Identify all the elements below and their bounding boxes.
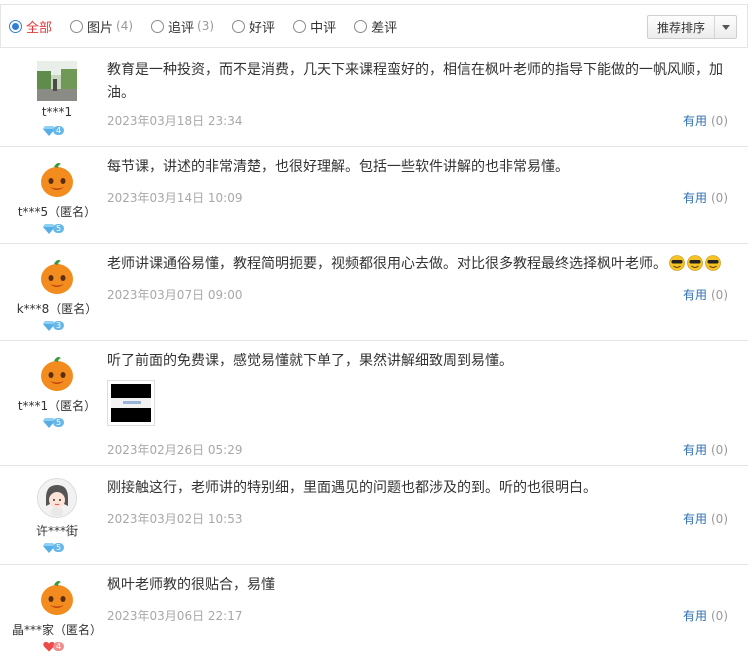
useful-label: 有用 — [682, 609, 707, 623]
user-level-badge: 5 — [43, 223, 69, 234]
review-date: 2023年03月07日 09:00 — [107, 288, 243, 302]
filter-positive[interactable]: 好评 — [232, 17, 275, 36]
user-level-badge: 5 — [43, 417, 69, 428]
useful-count: (0) — [711, 191, 728, 205]
review-date: 2023年03月14日 10:09 — [107, 191, 243, 205]
useful-count: (0) — [711, 609, 728, 623]
user-level-badge: 5 — [43, 542, 69, 553]
review-item: t***5（匿名） 5 每节课，讲述的非常清楚，也很好理解。包括一些软件讲解的也… — [0, 147, 748, 244]
useful-label: 有用 — [682, 512, 707, 526]
chevron-down-icon[interactable] — [714, 16, 736, 38]
cartoon-girl-avatar — [37, 478, 77, 518]
filter-label: 全部 — [26, 20, 53, 36]
filter-label: 图片 — [87, 20, 114, 36]
level-number: 5 — [53, 543, 65, 552]
useful-button[interactable]: 有用 (0) — [683, 286, 728, 303]
radio-images[interactable] — [70, 19, 84, 33]
level-number: 3 — [53, 321, 65, 330]
review-username: k***8（匿名） — [16, 302, 98, 316]
level-number: 4 — [53, 642, 65, 651]
filter-label: 差评 — [371, 20, 398, 36]
user-level-badge: 4 — [43, 125, 69, 136]
orange-mascot-avatar — [37, 577, 77, 617]
useful-label: 有用 — [682, 288, 707, 302]
review-username: 晶***家（匿名） — [11, 623, 102, 637]
sort-label: 推荐排序 — [656, 20, 705, 35]
review-date: 2023年02月26日 05:29 — [107, 443, 243, 457]
useful-label: 有用 — [682, 443, 707, 457]
review-date: 2023年03月06日 22:17 — [107, 609, 243, 623]
radio-followup[interactable] — [151, 19, 165, 33]
review-text: 枫叶老师教的很贴合，易懂 — [107, 577, 275, 593]
filter-count: (3) — [197, 19, 215, 33]
review-item: 许***街 5 刚接触这行，老师讲的特别细，里面遇见的问题也都涉及的到。听的也很… — [0, 466, 748, 565]
cool-emoji-icon — [705, 255, 721, 271]
filter-count: (4) — [116, 19, 134, 33]
cool-emoji-icon — [669, 255, 685, 271]
radio-positive[interactable] — [232, 19, 246, 33]
orange-mascot-avatar — [37, 353, 77, 393]
review-username: t***1（匿名） — [17, 399, 97, 413]
review-image-thumbnail[interactable] — [107, 380, 155, 426]
radio-neutral[interactable] — [293, 19, 307, 33]
review-text: 每节课，讲述的非常清楚，也很好理解。包括一些软件讲解的也非常易懂。 — [107, 159, 569, 175]
sort-dropdown[interactable]: 推荐排序 — [647, 15, 737, 39]
cool-emoji-icon — [687, 255, 703, 271]
review-date: 2023年03月02日 10:53 — [107, 512, 243, 526]
filter-label: 好评 — [249, 20, 276, 36]
useful-button[interactable]: 有用 (0) — [683, 189, 728, 206]
orange-mascot-avatar — [37, 256, 77, 296]
user-level-badge: 4 — [43, 641, 69, 652]
useful-label: 有用 — [682, 191, 707, 205]
useful-count: (0) — [711, 512, 728, 526]
useful-label: 有用 — [682, 114, 707, 128]
useful-button[interactable]: 有用 (0) — [683, 441, 728, 458]
review-username: 许***街 — [35, 524, 78, 538]
radio-negative[interactable] — [354, 19, 368, 33]
review-item: t***1（匿名） 5 听了前面的免费课，感觉易懂就下单了，果然讲解细致周到易懂… — [0, 341, 748, 466]
filter-negative[interactable]: 差评 — [354, 17, 397, 36]
review-text: 听了前面的免费课，感觉易懂就下单了，果然讲解细致周到易懂。 — [107, 353, 513, 369]
review-item: t***1 4 教育是一种投资，而不是消费，几天下来课程蛮好的，相信在枫叶老师的… — [0, 49, 748, 147]
review-filter-bar: 全部 图片 (4) 追评 (3) 好评 中评 差评 推荐排序 — [0, 4, 748, 48]
useful-count: (0) — [711, 288, 728, 302]
review-item: 晶***家（匿名） 4 枫叶老师教的很贴合，易懂 2023年03月06日 22:… — [0, 565, 748, 662]
orange-mascot-avatar — [37, 159, 77, 199]
level-number: 4 — [53, 126, 65, 135]
review-text: 刚接触这行，老师讲的特别细，里面遇见的问题也都涉及的到。听的也很明白。 — [107, 480, 597, 496]
filter-all[interactable]: 全部 — [9, 17, 52, 36]
useful-count: (0) — [711, 443, 728, 457]
review-text: 老师讲课通俗易懂，教程简明扼要，视频都很用心去做。对比很多教程最终选择枫叶老师。 — [107, 256, 667, 272]
user-level-badge: 3 — [43, 320, 69, 331]
useful-button[interactable]: 有用 (0) — [683, 607, 728, 624]
review-text: 教育是一种投资，而不是消费，几天下来课程蛮好的，相信在枫叶老师的指导下能做的一帆… — [107, 62, 723, 101]
review-username: t***1 — [41, 105, 73, 119]
review-date: 2023年03月18日 23:34 — [107, 114, 243, 128]
useful-count: (0) — [711, 114, 728, 128]
level-number: 5 — [53, 418, 65, 427]
filter-images[interactable]: 图片 (4) — [70, 17, 133, 36]
review-text-row: 老师讲课通俗易懂，教程简明扼要，视频都很用心去做。对比很多教程最终选择枫叶老师。 — [107, 253, 727, 276]
filter-neutral[interactable]: 中评 — [293, 17, 336, 36]
useful-button[interactable]: 有用 (0) — [683, 112, 728, 129]
filter-label: 中评 — [310, 20, 337, 36]
filter-label: 追评 — [168, 20, 195, 36]
radio-all[interactable] — [9, 19, 22, 33]
photo-avatar — [37, 61, 77, 101]
level-number: 5 — [53, 224, 65, 233]
review-image — [111, 384, 151, 422]
filter-followup[interactable]: 追评 (3) — [151, 17, 214, 36]
useful-button[interactable]: 有用 (0) — [683, 510, 728, 527]
review-username: t***5（匿名） — [17, 205, 97, 219]
review-item: k***8（匿名） 3 老师讲课通俗易懂，教程简明扼要，视频都很用心去做。对比很… — [0, 244, 748, 341]
